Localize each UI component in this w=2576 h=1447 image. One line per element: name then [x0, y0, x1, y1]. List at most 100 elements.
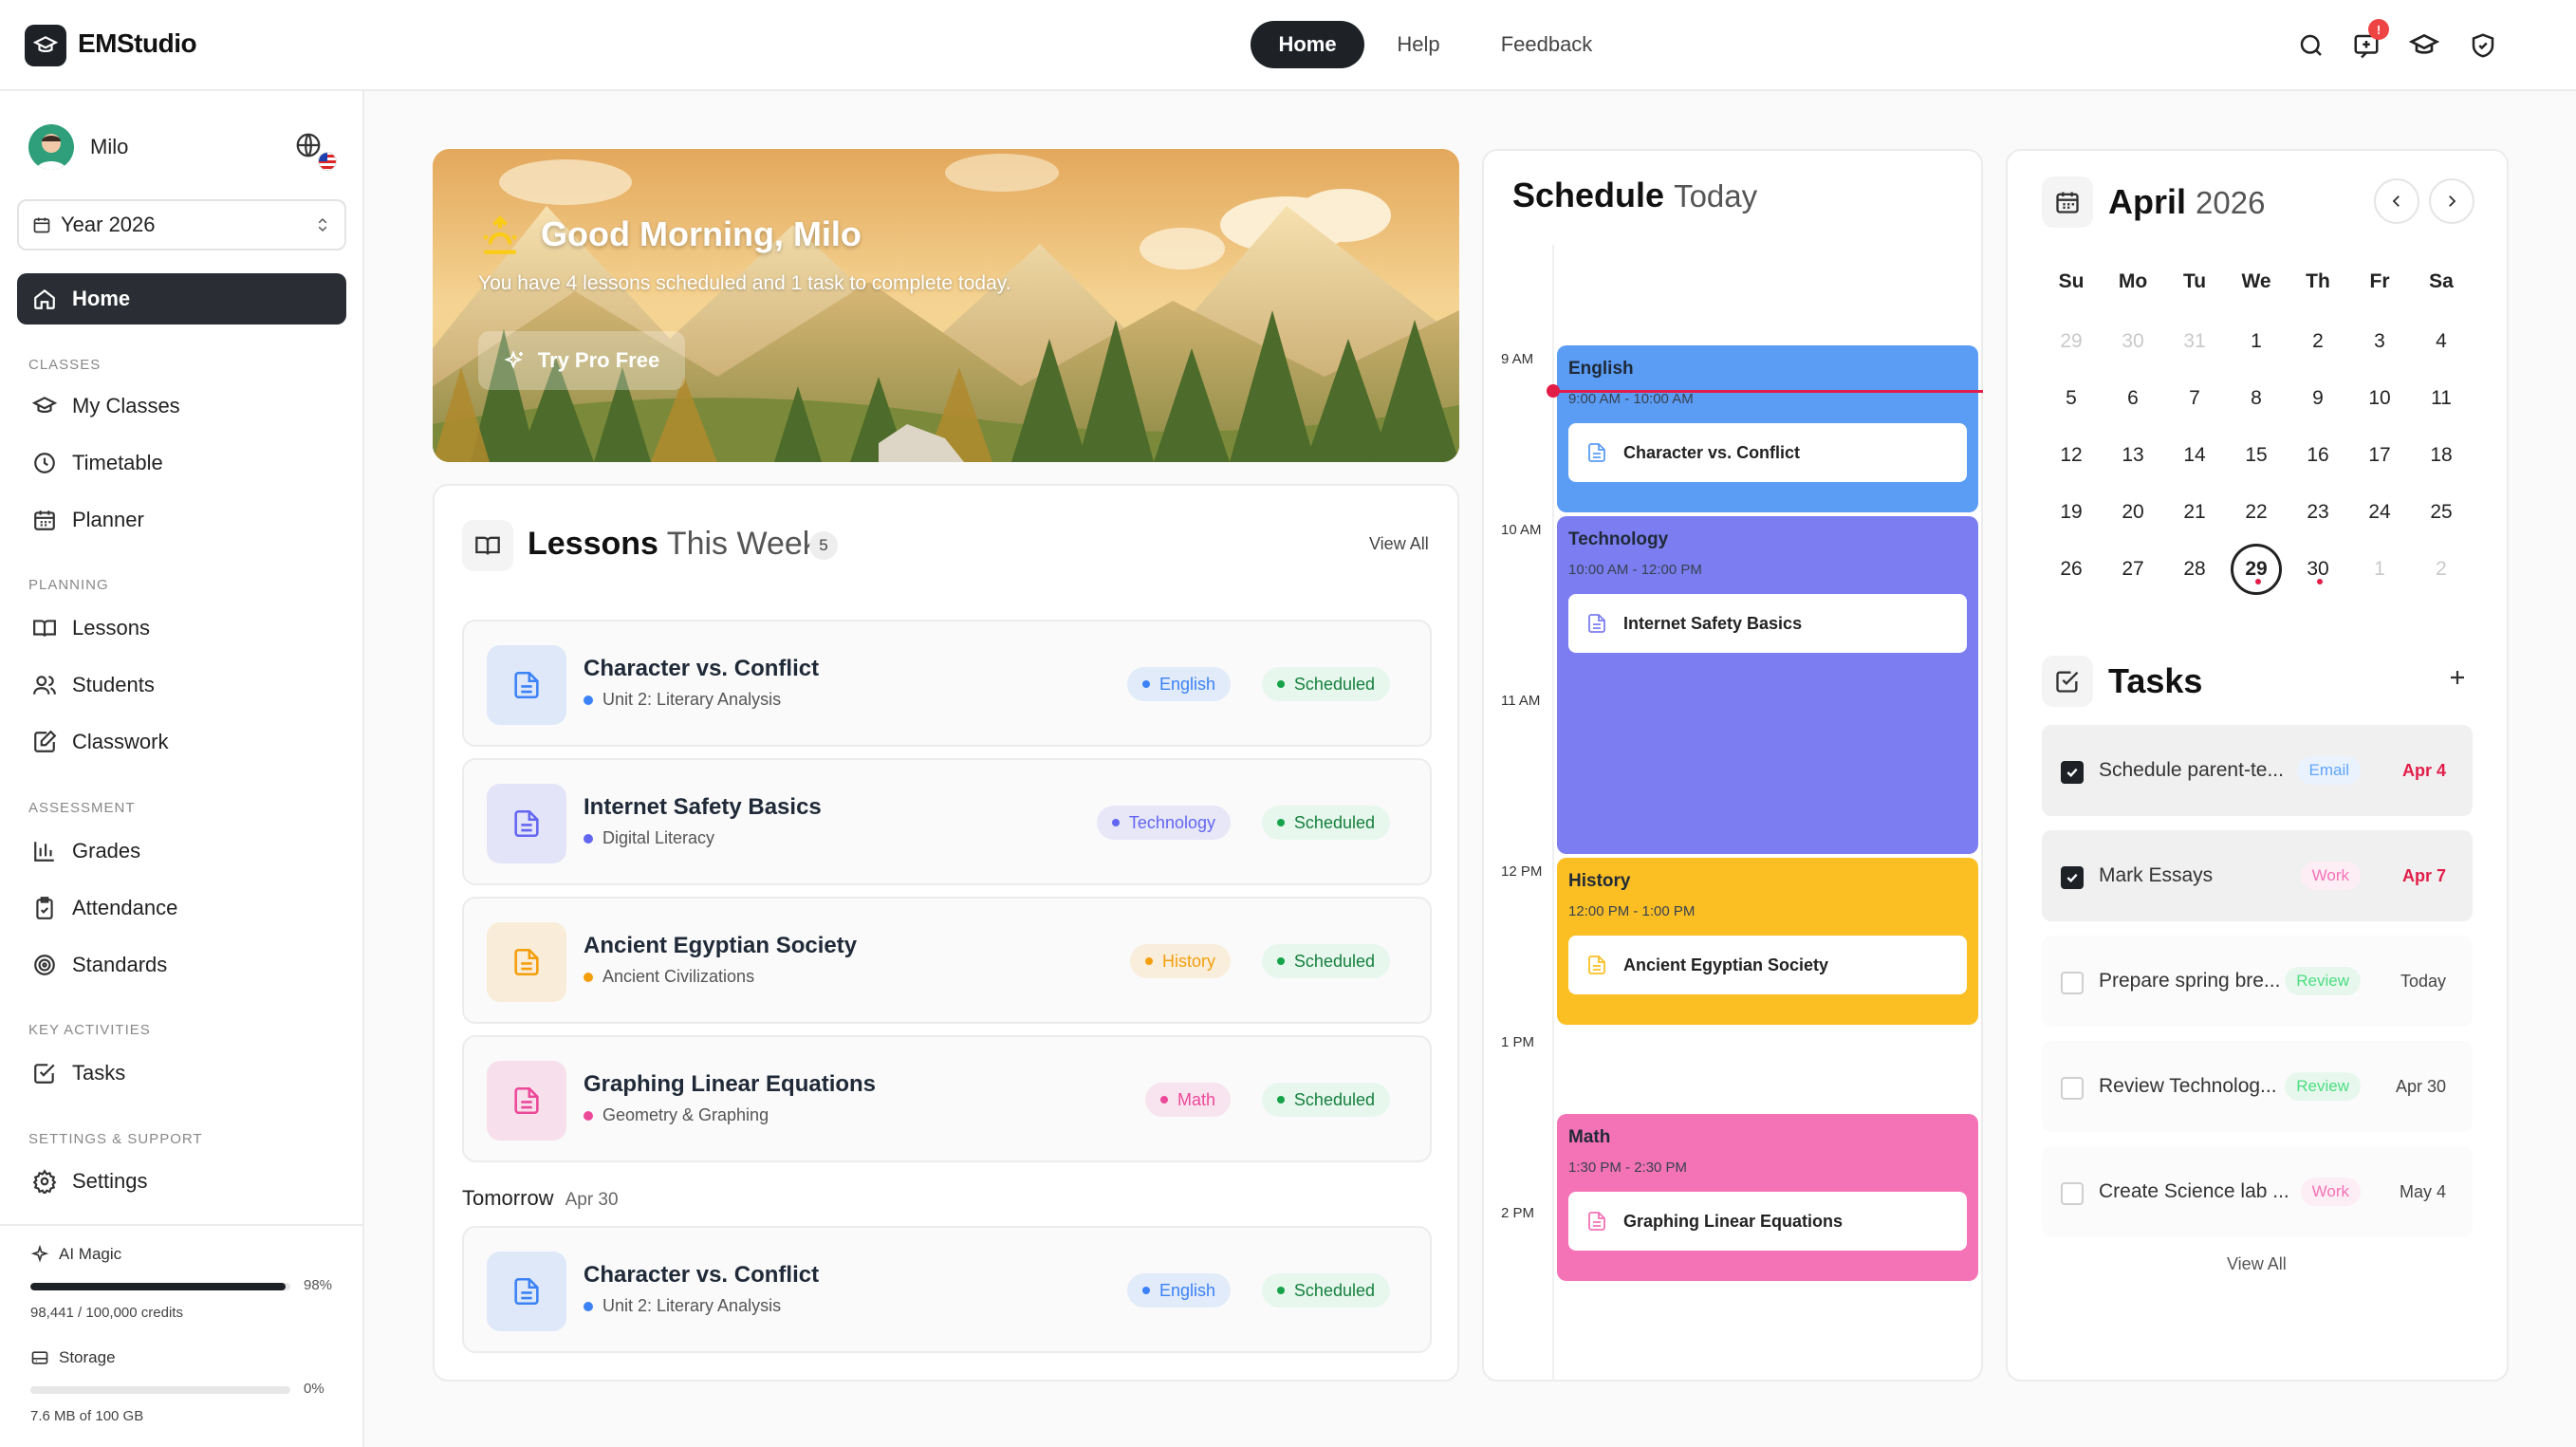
event-lesson-card[interactable]: Internet Safety Basics	[1568, 594, 1967, 653]
calendar-day[interactable]: 19	[2043, 489, 2100, 536]
task-checkbox[interactable]	[2061, 1182, 2084, 1205]
calendar-day[interactable]: 30	[2104, 318, 2161, 365]
task-checkbox[interactable]	[2061, 761, 2084, 784]
add-task-button[interactable]	[2440, 660, 2474, 695]
calendar-day[interactable]: 27	[2104, 546, 2161, 593]
calendar-day[interactable]: 29	[2043, 318, 2100, 365]
year-select[interactable]: Year 2026	[17, 199, 346, 250]
calendar-day[interactable]: 15	[2228, 432, 2285, 479]
calendar-prev-button[interactable]	[2374, 178, 2419, 224]
calendar-day[interactable]: 1	[2351, 546, 2408, 593]
event-lesson-card[interactable]: Ancient Egyptian Society	[1568, 936, 1967, 994]
schedule-event[interactable]: English 9:00 AM - 10:00 AM Character vs. C…	[1557, 345, 1978, 512]
task-item[interactable]: Prepare spring bre... Review Today	[2042, 936, 2473, 1027]
tasks-view-all-link[interactable]: View All	[2227, 1254, 2287, 1274]
nav-feedback[interactable]: Feedback	[1485, 21, 1608, 68]
calendar-day[interactable]: 1	[2228, 318, 2285, 365]
schedule-event[interactable]: History 12:00 PM - 1:00 PM Ancient Egyptia…	[1557, 858, 1978, 1025]
task-text: Mark Essays	[2099, 864, 2214, 886]
calendar-day[interactable]: 4	[2413, 318, 2470, 365]
sidebar-item-home[interactable]: Home	[17, 273, 346, 325]
task-text: Schedule parent-te...	[2099, 759, 2284, 781]
avatar[interactable]	[28, 124, 74, 170]
task-item[interactable]: Review Technolog... Review Apr 30	[2042, 1041, 2473, 1132]
event-lesson-card[interactable]: Graphing Linear Equations	[1568, 1192, 1967, 1251]
calendar-day-today[interactable]: 29	[2231, 544, 2282, 595]
check-icon	[2066, 873, 2078, 883]
search-icon[interactable]	[2292, 27, 2330, 65]
lesson-card[interactable]: Character vs. Conflict Unit 2: Literary A…	[462, 620, 1432, 747]
nav-help[interactable]: Help	[1376, 21, 1461, 68]
calendar-day[interactable]: 25	[2413, 489, 2470, 536]
lesson-icon	[487, 1252, 566, 1331]
hour-label: 9 AM	[1501, 351, 1534, 367]
calendar-day[interactable]: 2	[2413, 546, 2470, 593]
calendar-day[interactable]: 11	[2413, 375, 2470, 422]
sidebar-item-timetable[interactable]: Timetable	[17, 437, 346, 489]
calendar-next-button[interactable]	[2429, 178, 2474, 224]
calendar-day[interactable]: 7	[2166, 375, 2223, 422]
schedule-event[interactable]: Math 1:30 PM - 2:30 PM Graphing Linear Equ…	[1557, 1114, 1978, 1281]
lesson-card[interactable]: Internet Safety Basics Digital Literacy Te…	[462, 758, 1432, 885]
sidebar-item-grades[interactable]: Grades	[17, 826, 346, 877]
calendar-day[interactable]: 22	[2228, 489, 2285, 536]
sparkles-icon	[30, 1245, 49, 1263]
task-item[interactable]: Schedule parent-te... Email Apr 4	[2042, 725, 2473, 816]
sidebar-item-students[interactable]: Students	[17, 659, 346, 711]
document-icon	[514, 809, 539, 838]
notification-badge: !	[2368, 19, 2389, 40]
task-checkbox[interactable]	[2061, 1077, 2084, 1100]
calendar-day[interactable]: 18	[2413, 432, 2470, 479]
calendar-day[interactable]: 12	[2043, 432, 2100, 479]
event-lesson-card[interactable]: Character vs. Conflict	[1568, 423, 1967, 482]
calendar-day[interactable]: 13	[2104, 432, 2161, 479]
calendar-day[interactable]: 8	[2228, 375, 2285, 422]
sunrise-icon	[476, 213, 524, 260]
task-item[interactable]: Mark Essays Work Apr 7	[2042, 830, 2473, 921]
sidebar-item-settings[interactable]: Settings	[17, 1156, 346, 1207]
calendar-day[interactable]: 5	[2043, 375, 2100, 422]
calendar-day[interactable]: 9	[2289, 375, 2346, 422]
event-subject: Math	[1568, 1127, 1611, 1147]
lessons-view-all-link[interactable]: View All	[1369, 534, 1429, 554]
task-checkbox[interactable]	[2061, 866, 2084, 889]
calendar-day[interactable]: 30	[2289, 546, 2346, 593]
calendar-day[interactable]: 10	[2351, 375, 2408, 422]
weekday-label: Mo	[2118, 270, 2148, 292]
calendar-day[interactable]: 21	[2166, 489, 2223, 536]
app-logo[interactable]	[25, 25, 66, 66]
sidebar-item-planner[interactable]: Planner	[17, 494, 346, 546]
lesson-card[interactable]: Character vs. Conflict Unit 2: Literary A…	[462, 1226, 1432, 1353]
calendar-day[interactable]: 3	[2351, 318, 2408, 365]
calendar-day[interactable]: 16	[2289, 432, 2346, 479]
calendar-day[interactable]: 17	[2351, 432, 2408, 479]
lesson-card[interactable]: Ancient Egyptian Society Ancient Civiliza…	[462, 897, 1432, 1024]
sidebar-item-tasks[interactable]: Tasks	[17, 1048, 346, 1099]
graduation-cap-icon[interactable]	[2405, 27, 2443, 65]
sidebar-item-lessons[interactable]: Lessons	[17, 603, 346, 654]
calendar-day[interactable]: 26	[2043, 546, 2100, 593]
lesson-card[interactable]: Graphing Linear Equations Geometry & Grap…	[462, 1035, 1432, 1162]
calendar-day[interactable]: 2	[2289, 318, 2346, 365]
calendar-day[interactable]: 23	[2289, 489, 2346, 536]
sidebar-item-my-classes[interactable]: My Classes	[17, 380, 346, 432]
shield-icon[interactable]	[2464, 27, 2502, 65]
task-tag: Email	[2297, 756, 2361, 785]
calendar-day[interactable]: 28	[2166, 546, 2223, 593]
calendar-day[interactable]: 6	[2104, 375, 2161, 422]
task-item[interactable]: Create Science lab ... Work May 4	[2042, 1146, 2473, 1237]
try-pro-button[interactable]: Try Pro Free	[478, 331, 685, 390]
sidebar-item-standards[interactable]: Standards	[17, 939, 346, 991]
calendar-day[interactable]: 31	[2166, 318, 2223, 365]
calendar-day[interactable]: 20	[2104, 489, 2161, 536]
schedule-event[interactable]: Technology 10:00 AM - 12:00 PM Internet Sa…	[1557, 516, 1978, 854]
document-icon	[514, 1277, 539, 1306]
sidebar-item-attendance[interactable]: Attendance	[17, 882, 346, 934]
calendar-day[interactable]: 24	[2351, 489, 2408, 536]
language-globe-icon[interactable]	[294, 131, 323, 159]
nav-home[interactable]: Home	[1251, 21, 1364, 68]
task-checkbox[interactable]	[2061, 972, 2084, 994]
tomorrow-heading: Tomorrow Apr 30	[462, 1186, 619, 1210]
calendar-day[interactable]: 14	[2166, 432, 2223, 479]
sidebar-item-classwork[interactable]: Classwork	[17, 716, 346, 768]
